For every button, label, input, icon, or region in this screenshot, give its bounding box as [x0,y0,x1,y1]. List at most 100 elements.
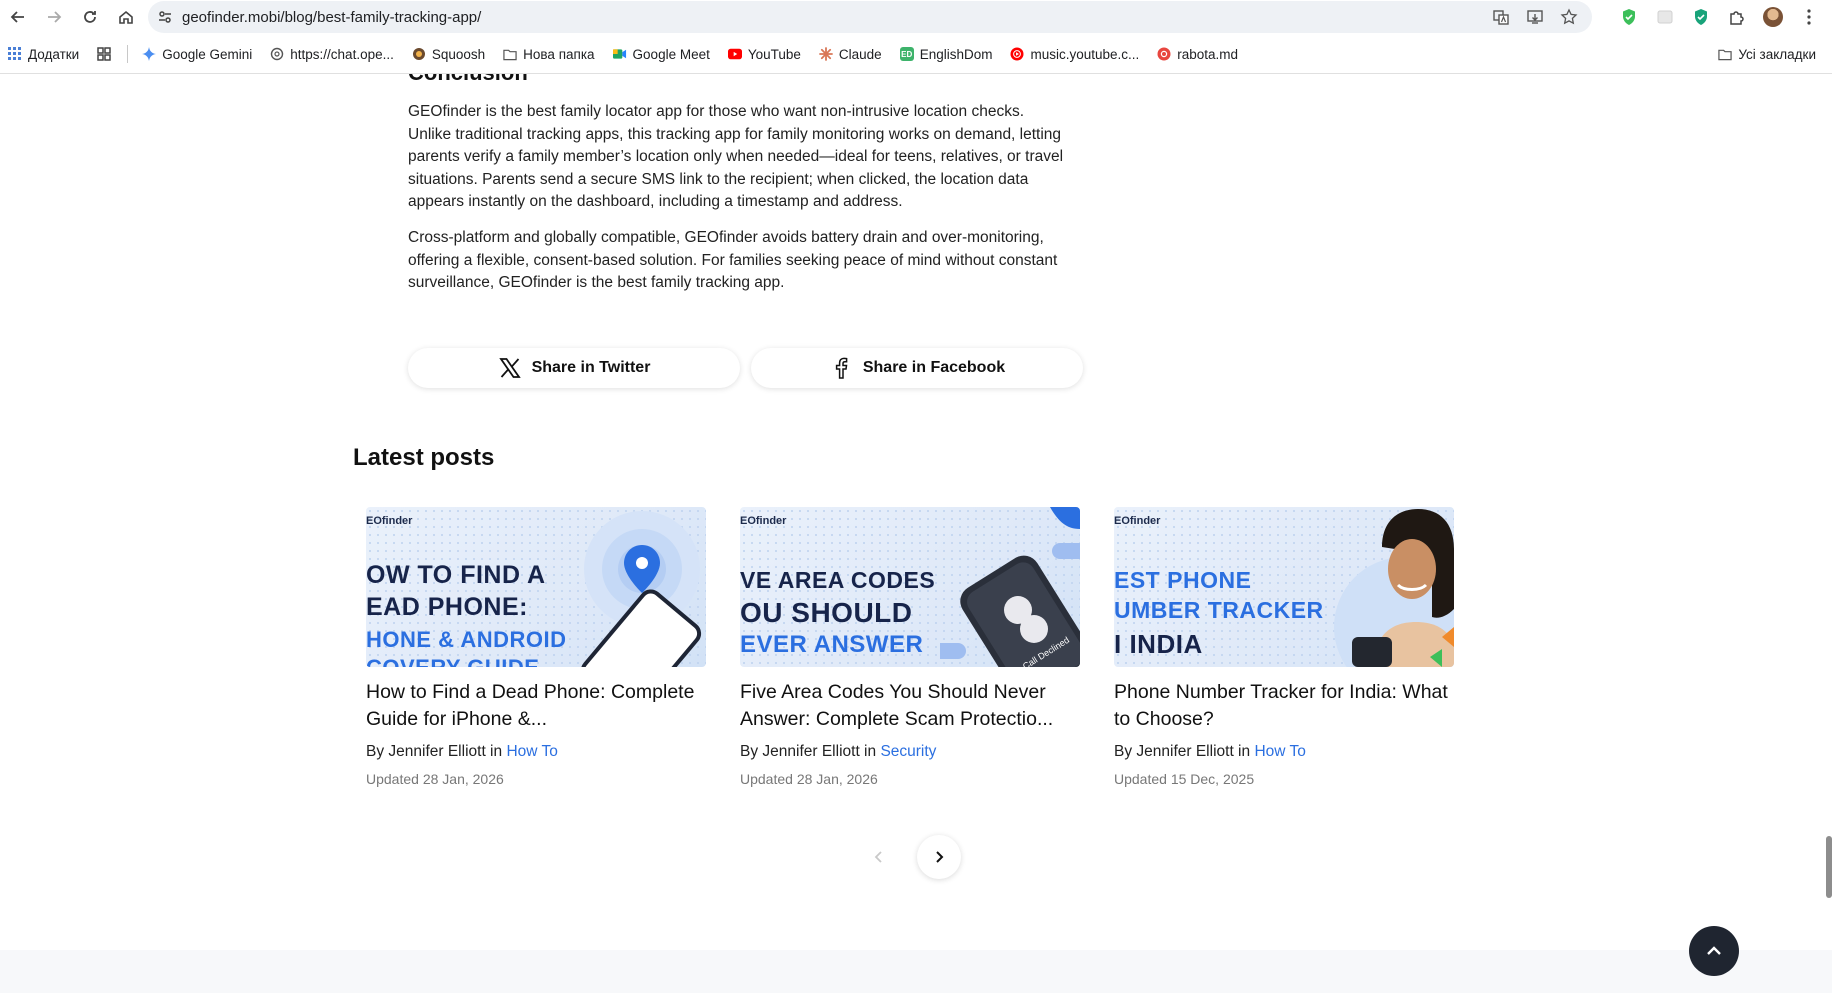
x-twitter-icon [498,356,522,380]
image-headline-line: OU SHOULD [740,597,913,628]
image-headline-line: VE AREA CODES [740,567,936,593]
post-thumbnail[interactable]: EOfinder EST PHONE UMBER TRACKER I INDIA [1114,507,1454,667]
post-date: Updated 28 Jan, 2026 [740,771,878,787]
bookmark-rabota[interactable]: rabota.md [1149,40,1248,68]
post-date: Updated 28 Jan, 2026 [366,771,504,787]
chevron-up-icon [1707,946,1721,955]
adguard-extension-icon[interactable] [1686,2,1716,32]
carousel-prev-button[interactable] [857,835,901,879]
share-twitter-label: Share in Twitter [531,359,651,376]
post-thumbnail[interactable]: EOfinder VE AREA CODES OU SHOULD EVER AN… [740,507,1080,667]
share-twitter-button[interactable]: Share in Twitter [408,348,740,388]
bookmark-google-meet[interactable]: Google Meet [605,40,720,68]
bookmark-youtube[interactable]: YouTube [720,40,811,68]
back-icon[interactable] [0,0,36,33]
location-pin-illustration [580,511,702,667]
install-app-icon[interactable] [1522,4,1548,30]
bookmark-label: Нова папка [523,46,595,62]
image-headline-line: HONE & ANDROID [366,627,567,652]
menu-kebab-icon[interactable] [1794,2,1824,32]
folder-icon [1718,47,1733,61]
forward-icon[interactable] [36,0,72,33]
bookmark-google-gemini[interactable]: Google Gemini [134,40,262,68]
bookmark-claude[interactable]: Claude [811,40,892,68]
apps-grid-icon [8,47,22,61]
carousel-next-button[interactable] [917,835,961,879]
image-headline-line: EST PHONE [1114,567,1252,593]
shield-extension-icon[interactable] [1614,2,1644,32]
post-category-link[interactable]: How To [506,743,557,760]
article-paragraph: Cross-platform and globally compatible, … [408,229,1058,291]
bookmark-englishdom[interactable]: ED EnglishDom [892,40,1003,68]
bookmark-youtube-music[interactable]: music.youtube.c... [1002,40,1149,68]
bookmark-label: Claude [838,46,882,62]
footer-band [0,950,1832,993]
all-bookmarks-label: Усі закладки [1738,46,1816,62]
share-facebook-label: Share in Facebook [862,359,1006,376]
post-author: By Jennifer Elliott in [740,743,877,760]
post-author: By Jennifer Elliott in [366,743,503,760]
chevron-left-icon [874,851,882,863]
latest-posts-title: Latest posts [353,444,495,471]
address-bar[interactable]: geofinder.mobi/blog/best-family-tracking… [148,1,1592,33]
post-card[interactable]: EOfinder EST PHONE UMBER TRACKER I INDIA… [1114,507,1454,787]
woman-with-phone-illustration [1334,509,1454,667]
bookmark-label: rabota.md [1177,46,1239,62]
tab-groups-button[interactable] [89,40,121,68]
openai-icon [270,47,284,61]
page-scrollbar-thumb[interactable] [1826,836,1832,898]
chevron-right-icon [936,851,944,863]
bookmark-label: Додатки [28,46,80,62]
scroll-to-top-button[interactable] [1689,926,1739,976]
section-heading-conclusion: Conclusion [408,74,528,86]
image-brand-text: EOfinder [366,515,413,527]
bookmark-squoosh[interactable]: Squoosh [404,40,495,68]
post-card[interactable]: EOfinder OW TO FIND A EAD PHONE: HONE & … [366,507,706,787]
post-title[interactable]: How to Find a Dead Phone: Complete Guide… [366,679,706,733]
post-date: Updated 15 Dec, 2025 [1114,771,1255,787]
image-headline-line: OW TO FIND A [366,561,546,589]
image-headline-line: EAD PHONE: [366,593,528,621]
bookmark-separator [127,45,129,63]
post-meta: By Jennifer Elliott in How To [366,743,706,761]
declined-call-phone-illustration: Call Declined [940,507,1080,667]
site-settings-icon[interactable] [148,1,182,33]
post-meta: By Jennifer Elliott in How To [1114,743,1454,761]
bookmark-label: YouTube [747,46,801,62]
englishdom-icon: ED [899,47,914,61]
translate-icon[interactable] [1488,4,1514,30]
home-icon[interactable] [108,0,144,33]
post-title[interactable]: Phone Number Tracker for India: What to … [1114,679,1454,733]
bookmarks-bar: Додатки Google Gemini https://chat.ope..… [0,40,1832,68]
bookmark-folder-nova-papka[interactable]: Нова папка [495,40,604,68]
post-category-link[interactable]: Security [880,743,936,760]
youtube-music-icon [1010,47,1024,61]
bookmark-apps[interactable]: Додатки [0,40,89,68]
image-headline-line: EVER ANSWER [740,631,924,658]
profile-avatar[interactable] [1758,2,1788,32]
meet-icon [612,47,627,61]
facebook-icon [829,356,853,380]
share-facebook-button[interactable]: Share in Facebook [751,348,1083,388]
post-card[interactable]: EOfinder VE AREA CODES OU SHOULD EVER AN… [740,507,1080,787]
grey-extension-icon[interactable] [1650,2,1680,32]
bookmark-star-icon[interactable] [1556,4,1582,30]
tab-groups-icon [97,47,111,61]
rabota-icon [1157,47,1171,61]
url-text[interactable]: geofinder.mobi/blog/best-family-tracking… [182,9,481,26]
all-bookmarks[interactable]: Усі закладки [1710,40,1826,68]
post-thumbnail[interactable]: EOfinder OW TO FIND A EAD PHONE: HONE & … [366,507,706,667]
folder-icon [503,47,517,61]
post-category-link[interactable]: How To [1254,743,1305,760]
bookmark-chat-openai[interactable]: https://chat.ope... [262,40,404,68]
image-brand-text: EOfinder [1114,515,1161,527]
claude-icon [819,47,833,61]
squoosh-icon [412,47,426,61]
reload-icon[interactable] [72,0,108,33]
bookmark-label: Google Meet [632,46,710,62]
bookmark-label: EnglishDom [919,46,993,62]
image-headline-line: I INDIA [1114,629,1203,659]
post-title[interactable]: Five Area Codes You Should Never Answer:… [740,679,1080,733]
extensions-puzzle-icon[interactable] [1722,2,1752,32]
post-meta: By Jennifer Elliott in Security [740,743,1080,761]
